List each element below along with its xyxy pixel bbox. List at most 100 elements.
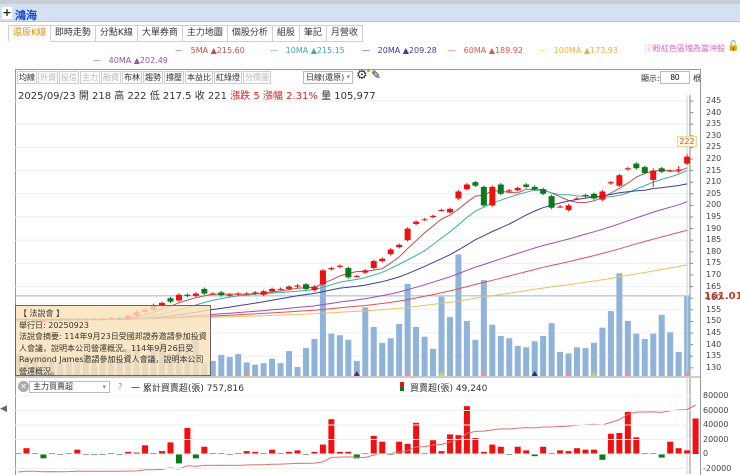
candle-body <box>226 294 233 296</box>
buy-sell-bar <box>23 448 30 454</box>
volume-bar <box>514 345 521 376</box>
tooltip-summary: 法說會摘要: 114年9月23日受國邦證券邀請參加投資人會議，說明本公司營運概況… <box>19 332 207 376</box>
candle-body <box>370 261 377 269</box>
candle-body <box>480 186 487 206</box>
volume-bar <box>319 283 326 376</box>
buy-sell-bar <box>582 449 589 454</box>
buy-sell-bar <box>514 446 521 454</box>
price-tick: 140 <box>706 339 722 349</box>
candle-body <box>658 168 665 172</box>
buy-sell-bar <box>624 411 631 454</box>
volume-bar <box>599 327 606 376</box>
buy-sell-bar <box>599 454 606 460</box>
volume-bar <box>523 347 530 376</box>
candle-body <box>557 206 564 208</box>
price-chart[interactable] <box>0 0 740 474</box>
buy-sell-bar <box>192 454 199 459</box>
candle-body <box>286 286 293 289</box>
volume-bar <box>362 307 369 376</box>
buy-sell-bar <box>607 433 614 454</box>
candle-body <box>413 221 420 224</box>
candle-body <box>209 293 216 295</box>
buy-sell-bar <box>557 450 564 454</box>
indicator-select[interactable]: 主力買賣超 ▾ <box>29 381 110 393</box>
candle-body <box>294 285 301 287</box>
tooltip-date: 舉行日: 20250923 <box>19 320 89 330</box>
buy-sell-legend-icon <box>400 382 404 391</box>
volume-bar <box>430 348 437 376</box>
volume-bar <box>624 320 631 376</box>
volume-bar <box>421 336 428 376</box>
candle-body <box>379 258 386 262</box>
volume-bar <box>658 314 665 376</box>
help-icon[interactable]: ? <box>118 382 122 391</box>
volume-bar <box>294 366 301 376</box>
price-tick: 150 <box>706 316 722 326</box>
candle-body <box>590 193 597 199</box>
candle-body <box>438 210 445 212</box>
candle-body <box>616 175 623 186</box>
volume-bar <box>311 339 318 376</box>
price-tick: 225 <box>706 142 722 152</box>
buy-sell-bar <box>379 441 386 454</box>
candle-body <box>404 228 411 241</box>
candle-body <box>430 215 437 217</box>
buy-sell-bar <box>413 422 420 454</box>
candle-body <box>641 167 648 173</box>
volume-bar <box>277 363 284 376</box>
buy-sell-bar <box>294 450 301 454</box>
candle-body <box>345 268 352 278</box>
buy-sell-legend: 買賣超(張) 49,240 <box>410 384 488 394</box>
buy-sell-bar <box>167 442 174 454</box>
buy-sell-bar <box>684 450 691 454</box>
buy-sell-bar <box>319 444 326 454</box>
candle-body <box>463 184 470 190</box>
volume-bar <box>489 324 496 376</box>
volume-bar <box>387 338 394 376</box>
candle-body <box>201 288 208 294</box>
volume-bar <box>226 357 233 376</box>
lower-tick: 40000 <box>703 420 729 429</box>
candle-body <box>582 194 589 197</box>
close-indicator-icon[interactable]: ✕ <box>18 381 29 392</box>
price-tick: 165 <box>706 281 722 291</box>
price-tick: 235 <box>706 119 722 129</box>
candle-body <box>421 219 428 221</box>
candle-body <box>192 293 199 296</box>
volume-bar <box>413 326 420 376</box>
volume-bar <box>336 335 343 376</box>
cumulative-legend: 一 累計買賣超(張) 757,816 <box>131 384 244 394</box>
buy-sell-bar <box>463 406 470 454</box>
volume-bar <box>269 358 276 376</box>
price-tick: 135 <box>706 351 722 361</box>
candle-body <box>675 169 682 171</box>
buy-sell-bar <box>658 454 665 458</box>
buy-sell-bar <box>201 446 208 454</box>
lower-tick: 80000 <box>703 391 729 400</box>
buy-sell-bar <box>370 435 377 454</box>
volume-bar <box>235 354 242 376</box>
candle-body <box>489 186 496 206</box>
collapse-left-icon[interactable]: ◀ <box>0 404 7 414</box>
price-tick: 175 <box>706 258 722 268</box>
buy-sell-bar <box>523 450 530 454</box>
volume-bar <box>218 354 225 376</box>
buy-sell-bar <box>40 454 47 459</box>
ma20-line <box>18 183 688 320</box>
price-tick: 145 <box>706 328 722 337</box>
lower-tick: -20000 <box>703 463 732 473</box>
buy-sell-bar <box>328 419 335 454</box>
last-price-label: 161.01 <box>704 291 740 302</box>
price-tick: 245 <box>706 96 722 105</box>
volume-bar <box>472 339 479 376</box>
candle-body <box>184 294 191 296</box>
candle-body <box>497 184 504 194</box>
candle-body <box>175 294 182 301</box>
lower-tick: 60000 <box>703 405 729 415</box>
candle-body <box>565 205 572 211</box>
candle-body <box>269 288 276 292</box>
candle-body <box>235 293 242 295</box>
ma10-line <box>17 170 688 321</box>
buy-sell-bar <box>489 444 496 454</box>
buy-sell-bar <box>574 448 581 454</box>
